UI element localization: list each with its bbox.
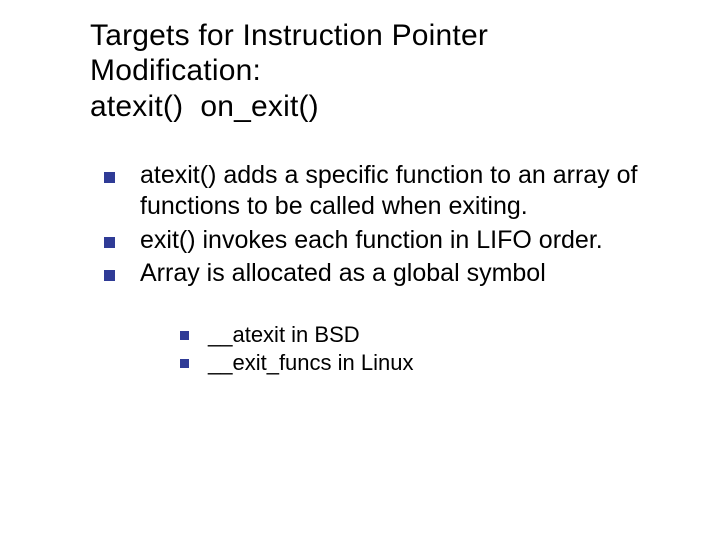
title-line-2: Modification:	[90, 54, 261, 87]
bullet-text: atexit() adds a specific function to an …	[140, 161, 637, 220]
bullet-text: Array is allocated as a global symbol	[140, 259, 546, 287]
title-line-3: atexit() on_exit()	[90, 90, 319, 123]
sub-bullet-item: __exit_funcs in Linux	[178, 349, 680, 377]
bullet-list: atexit() adds a specific function to an …	[94, 160, 680, 377]
sub-bullet-text: __atexit in BSD	[208, 322, 360, 347]
slide: Targets for Instruction Pointer Modifica…	[0, 0, 720, 540]
sub-bullet-text: __exit_funcs in Linux	[208, 350, 413, 375]
sub-bullet-item: __atexit in BSD	[178, 321, 680, 349]
bullet-text: exit() invokes each function in LIFO ord…	[140, 226, 603, 254]
sub-bullet-list: __atexit in BSD __exit_funcs in Linux	[178, 321, 680, 377]
slide-title: Targets for Instruction Pointer Modifica…	[90, 18, 680, 124]
bullet-item: Array is allocated as a global symbol __…	[94, 258, 680, 378]
bullet-item: exit() invokes each function in LIFO ord…	[94, 225, 680, 256]
bullet-item: atexit() adds a specific function to an …	[94, 160, 680, 223]
title-line-1: Targets for Instruction Pointer	[90, 19, 488, 52]
